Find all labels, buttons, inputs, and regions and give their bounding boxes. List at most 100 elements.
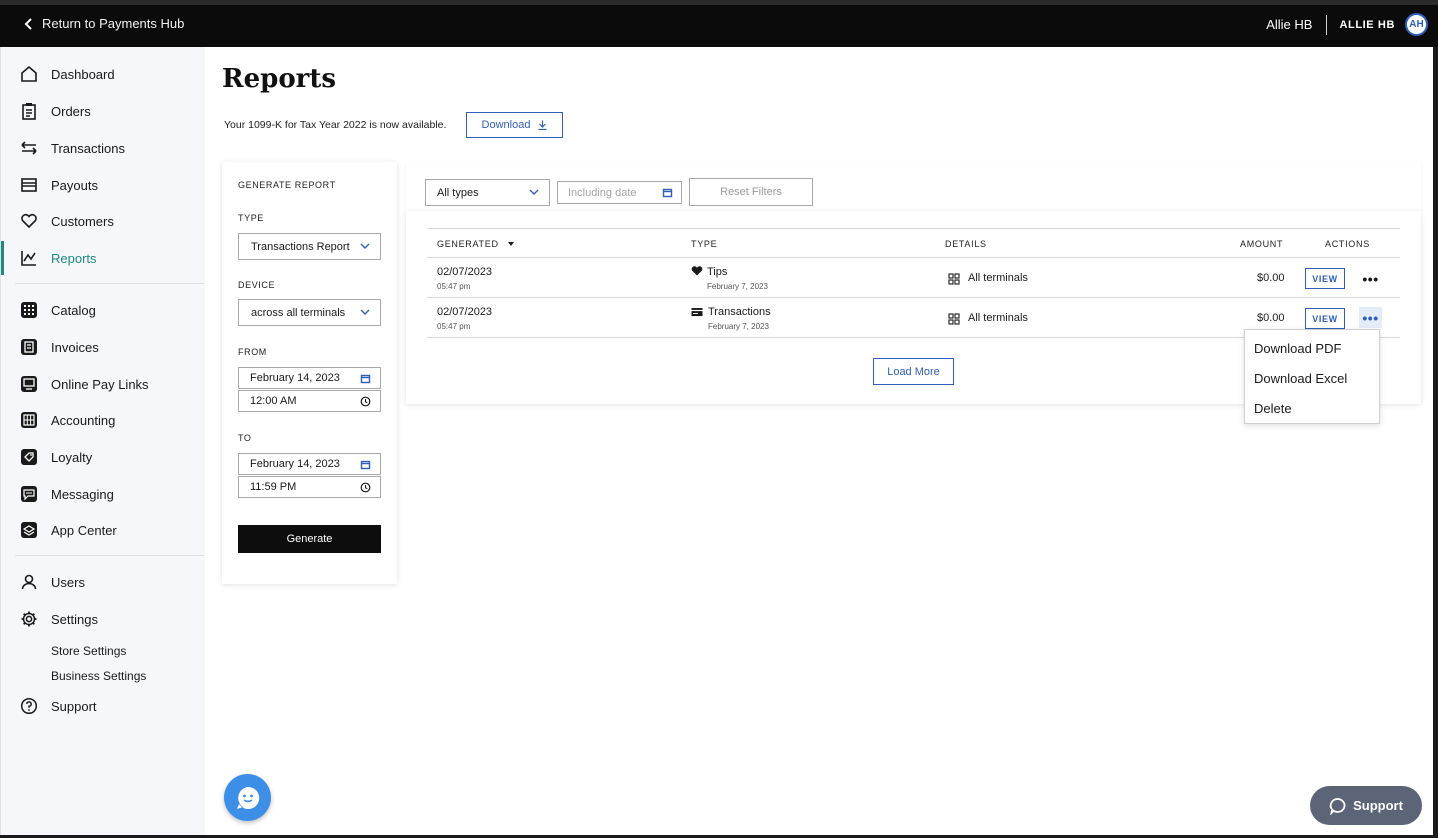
menu-item-download-pdf[interactable]: Download PDF (1254, 341, 1341, 356)
table-rule (427, 257, 1400, 258)
sort-down-icon (507, 242, 514, 246)
sidebar-item-accounting[interactable]: Accounting (1, 403, 206, 437)
merchant-name[interactable]: ALLIE HB (1339, 19, 1395, 31)
column-header-amount: AMOUNT (1240, 239, 1284, 249)
sidebar-item-label: Payouts (51, 177, 98, 193)
sidebar-item-label: Dashboard (51, 66, 115, 82)
chat-face-icon (236, 786, 259, 809)
sidebar-item-label: Orders (51, 103, 91, 119)
row-time: 05:47 pm (437, 322, 471, 331)
from-time-input[interactable]: 12:00 AM (238, 390, 381, 412)
type-filter-select[interactable]: All types (425, 179, 550, 206)
report-type-select[interactable]: Transactions Report (238, 233, 381, 260)
chevron-down-icon (529, 189, 539, 195)
from-date-input[interactable]: February 14, 2023 (238, 367, 381, 389)
tax-form-notice: Your 1099-K for Tax Year 2022 is now ava… (224, 119, 447, 131)
sidebar-item-label: Messaging (51, 486, 114, 502)
sidebar-item-catalog[interactable]: Catalog (1, 293, 206, 327)
view-button[interactable]: VIEW (1305, 268, 1345, 289)
sidebar-subitem-store-settings[interactable]: Store Settings (51, 644, 126, 658)
type-filter-value: All types (437, 186, 479, 199)
sidebar-divider (15, 283, 204, 284)
sidebar-item-label: Invoices (51, 339, 99, 355)
account-area: Allie HB ALLIE HB AH (1266, 13, 1428, 36)
sidebar-item-app-center[interactable]: App Center (1, 513, 206, 547)
report-type-value: Transactions Report (251, 240, 350, 253)
sidebar-item-dashboard[interactable]: Dashboard (1, 57, 206, 91)
card-icon (691, 308, 703, 316)
column-header-generated[interactable]: GENERATED (437, 239, 515, 249)
monitor-icon (20, 375, 38, 393)
sidebar: Dashboard Orders Transactions Payouts Cu… (0, 47, 205, 838)
device-value: across all terminals (251, 306, 346, 319)
user-name[interactable]: Allie HB (1266, 17, 1312, 32)
to-date-input[interactable]: February 14, 2023 (238, 453, 381, 475)
to-date-value: February 14, 2023 (250, 458, 340, 470)
sidebar-item-invoices[interactable]: Invoices (1, 330, 206, 364)
question-icon (20, 697, 38, 715)
row-date: 02/07/2023 (437, 266, 493, 278)
chat-bubble-button[interactable] (224, 774, 271, 821)
clipboard-icon (20, 102, 38, 120)
user-icon (20, 573, 38, 591)
speech-bubble-icon (1329, 797, 1346, 815)
generate-button[interactable]: Generate (238, 525, 381, 553)
calendar-icon (360, 374, 371, 384)
view-button[interactable]: VIEW (1305, 308, 1345, 329)
avatar[interactable]: AH (1405, 13, 1428, 36)
menu-item-download-excel[interactable]: Download Excel (1254, 371, 1347, 386)
row-details: All terminals (968, 312, 1028, 324)
sidebar-item-transactions[interactable]: Transactions (1, 131, 206, 165)
sidebar-item-online-pay-links[interactable]: Online Pay Links (1, 367, 206, 401)
table-rule (427, 297, 1400, 298)
sidebar-item-label: Support (51, 698, 97, 714)
row-type-date: February 7, 2023 (708, 322, 769, 331)
sidebar-item-orders[interactable]: Orders (1, 94, 206, 128)
heart-icon (20, 212, 38, 230)
generate-report-panel: GENERATE REPORT TYPE Transactions Report… (222, 162, 397, 584)
sidebar-item-label: Settings (51, 611, 98, 627)
device-select[interactable]: across all terminals (238, 299, 381, 326)
date-filter-input[interactable]: Including date (557, 181, 682, 204)
sidebar-subitem-business-settings[interactable]: Business Settings (51, 669, 146, 683)
chart-icon (20, 249, 38, 267)
chevron-left-icon (24, 17, 32, 30)
message-icon (20, 485, 38, 503)
sidebar-item-settings[interactable]: Settings (1, 602, 206, 636)
return-to-payments-hub-link[interactable]: Return to Payments Hub (24, 16, 184, 31)
page-title: Reports (222, 64, 337, 94)
sidebar-item-reports[interactable]: Reports (1, 241, 206, 275)
sidebar-item-payouts[interactable]: Payouts (1, 168, 206, 202)
load-more-button[interactable]: Load More (873, 358, 954, 385)
download-1099k-button[interactable]: Download (466, 112, 563, 138)
to-time-input[interactable]: 11:59 PM (238, 476, 381, 498)
home-icon (20, 65, 38, 83)
invoice-icon (20, 338, 38, 356)
menu-item-delete[interactable]: Delete (1254, 401, 1292, 416)
sidebar-item-customers[interactable]: Customers (1, 204, 206, 238)
to-label: TO (238, 433, 252, 443)
chevron-down-icon (360, 309, 370, 315)
heart-icon (691, 266, 703, 276)
card-icon (20, 176, 38, 194)
download-icon (538, 120, 547, 130)
terminals-grid-icon (948, 273, 960, 285)
sidebar-item-label: Catalog (51, 302, 96, 318)
row-time: 05:47 pm (437, 282, 471, 291)
to-time-value: 11:59 PM (250, 481, 297, 493)
sidebar-item-messaging[interactable]: Messaging (1, 477, 206, 511)
sidebar-item-support[interactable]: Support (1, 689, 206, 723)
support-button[interactable]: Support (1310, 786, 1422, 825)
sidebar-item-loyalty[interactable]: Loyalty (1, 440, 206, 474)
sidebar-item-label: Users (51, 574, 85, 590)
from-time-value: 12:00 AM (250, 395, 297, 407)
top-bar: Return to Payments Hub Allie HB ALLIE HB… (0, 0, 1438, 47)
row-type: Transactions (708, 306, 771, 318)
more-actions-button[interactable]: ••• (1359, 268, 1382, 289)
reset-filters-button[interactable]: Reset Filters (689, 178, 813, 206)
topbar-divider (1326, 14, 1328, 35)
more-dots-icon: ••• (1362, 270, 1379, 287)
more-dots-icon: ••• (1362, 309, 1379, 326)
more-actions-button[interactable]: ••• (1359, 307, 1382, 328)
sidebar-item-users[interactable]: Users (1, 565, 206, 599)
